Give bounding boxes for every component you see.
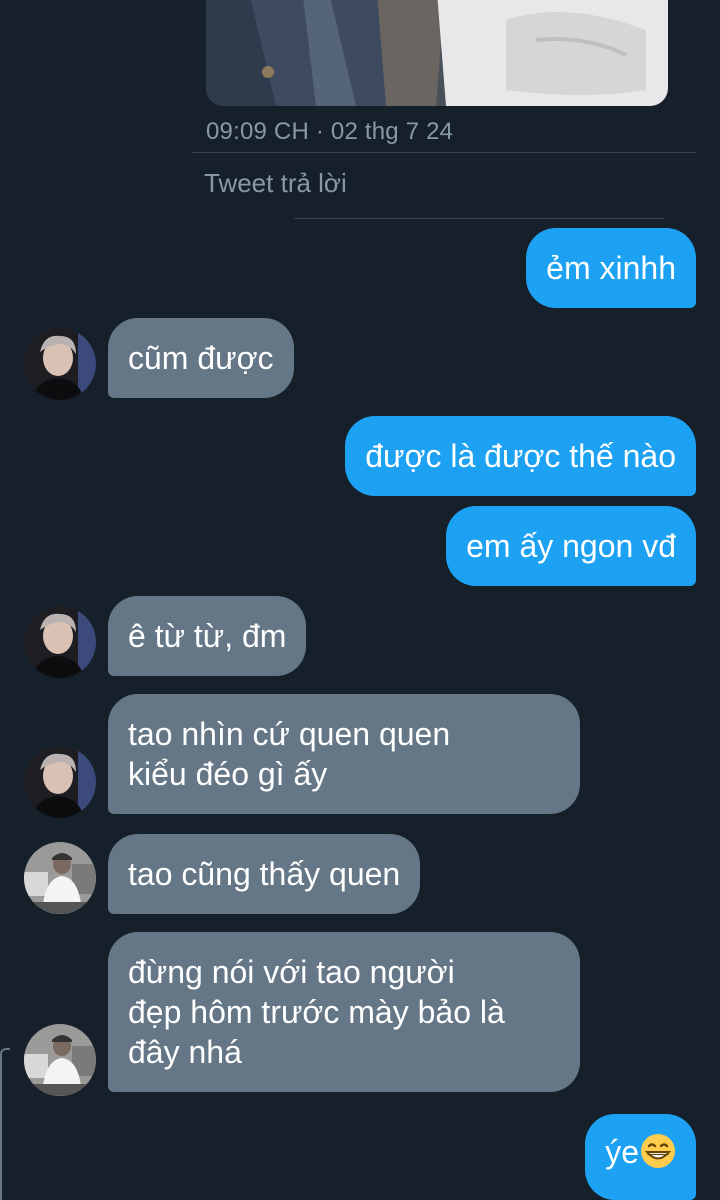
message-text: cũm được xyxy=(128,340,274,376)
message-bubble-incoming[interactable]: ê từ từ, đm xyxy=(108,596,307,676)
tweet-image[interactable] xyxy=(206,0,668,106)
message-bubble-outgoing[interactable]: em ấy ngon vđ xyxy=(446,506,696,586)
avatar[interactable] xyxy=(24,606,96,678)
avatar[interactable] xyxy=(24,842,96,914)
message-text: tao cũng thấy quen xyxy=(128,856,401,892)
message-bubble-outgoing[interactable]: được là được thế nào xyxy=(345,416,696,496)
message-text: ê từ từ, đm xyxy=(128,618,287,654)
message-text: ẻm xinhh xyxy=(546,250,676,286)
message-text-line: đây nhá xyxy=(128,1034,242,1070)
message-bubble-incoming[interactable]: cũm được xyxy=(108,318,294,398)
grinning-face-icon xyxy=(640,1133,676,1169)
message-bubble-outgoing[interactable]: ýe xyxy=(585,1114,696,1200)
divider xyxy=(192,152,696,153)
divider xyxy=(294,218,664,219)
message-text-line: đẹp hôm trước mày bảo là xyxy=(128,994,505,1030)
message-text: em ấy ngon vđ xyxy=(466,528,676,564)
avatar[interactable] xyxy=(24,328,96,400)
message-text-line: kiểu đéo gì ấy xyxy=(128,756,328,792)
message-text-line: đừng nói với tao người xyxy=(128,954,455,990)
message-bubble-outgoing[interactable]: ẻm xinhh xyxy=(526,228,696,308)
scrollbar[interactable] xyxy=(0,1048,10,1200)
tweet-timestamp: 09:09 CH · 02 thg 7 24 xyxy=(206,118,454,145)
tweet-reply-link[interactable]: Tweet trả lời xyxy=(204,168,347,199)
avatar[interactable] xyxy=(24,746,96,818)
message-text: được là được thế nào xyxy=(365,438,676,474)
message-bubble-incoming[interactable]: tao nhìn cứ quen quen kiểu đéo gì ấy xyxy=(108,694,580,814)
message-bubble-incoming[interactable]: tao cũng thấy quen xyxy=(108,834,421,914)
message-text: ýe xyxy=(605,1134,639,1170)
message-bubble-incoming[interactable]: đừng nói với tao người đẹp hôm trước mày… xyxy=(108,932,580,1092)
message-text-line: tao nhìn cứ quen quen xyxy=(128,716,451,752)
avatar[interactable] xyxy=(24,1024,96,1096)
